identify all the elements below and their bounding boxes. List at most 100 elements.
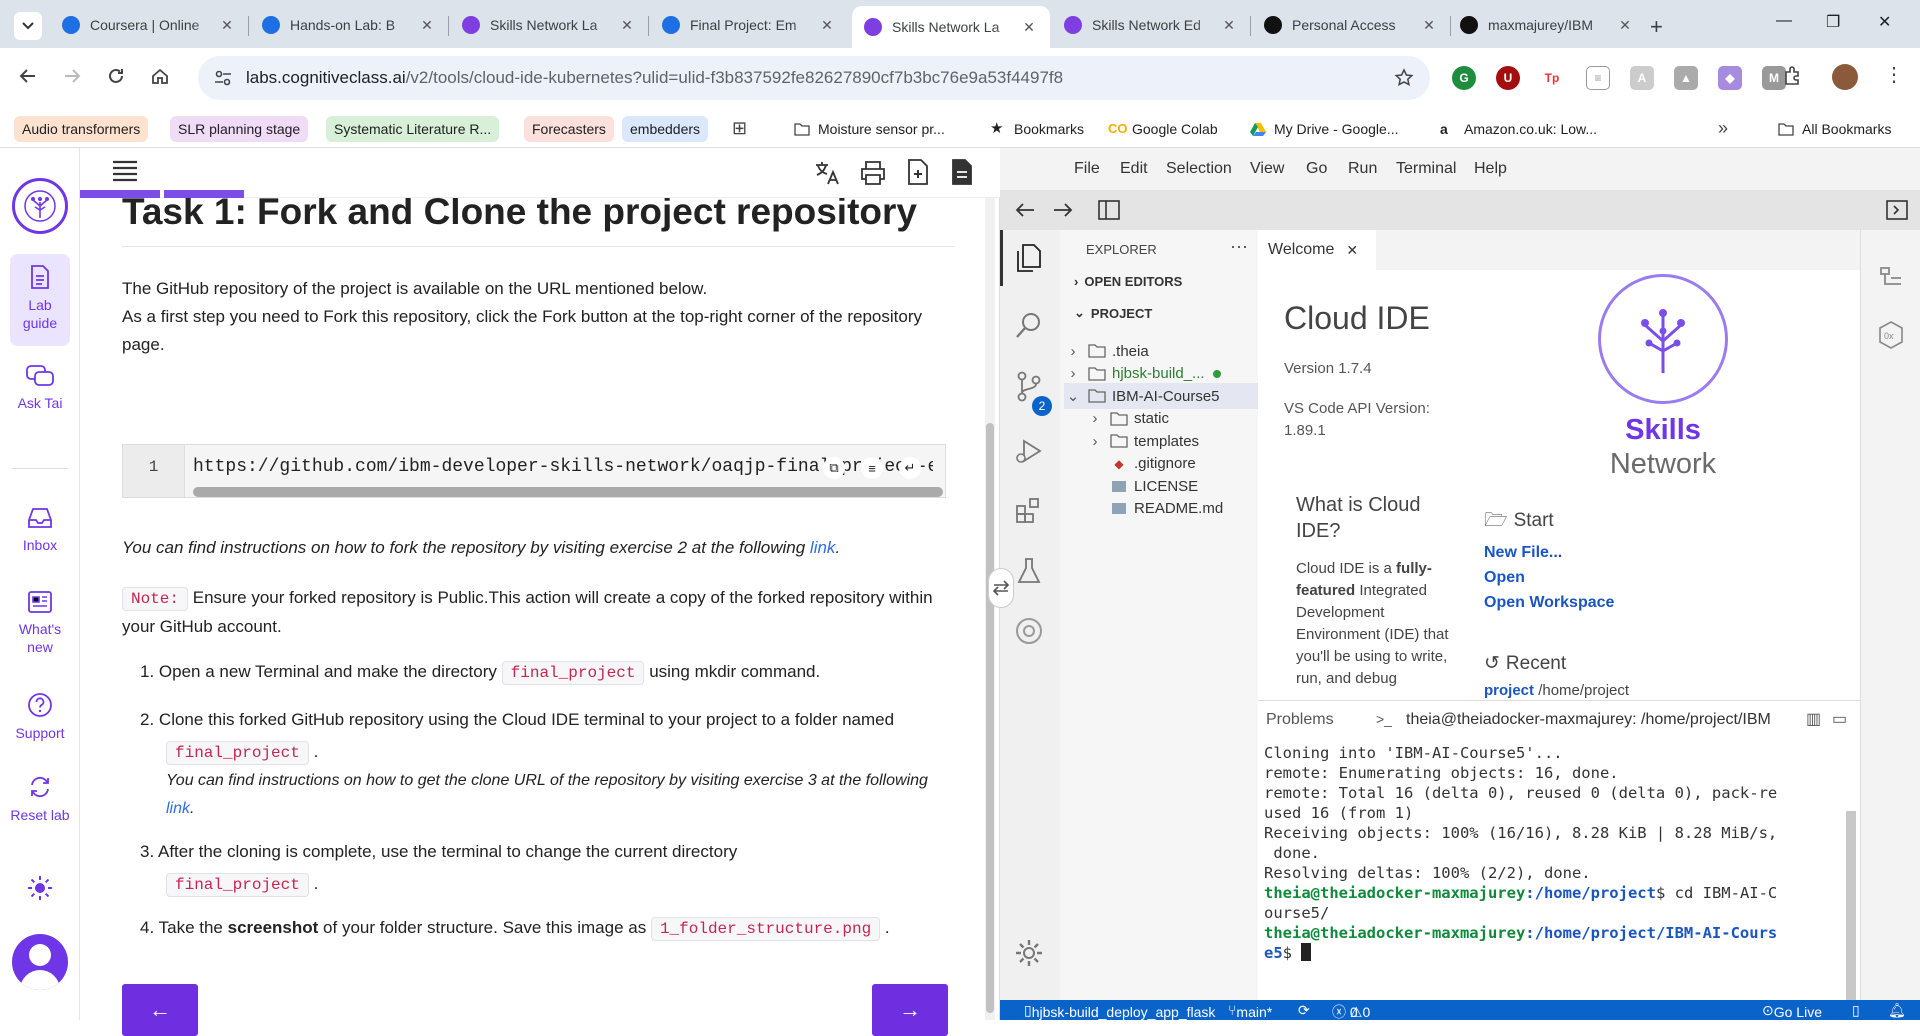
sidebar-item-inbox[interactable]: Inbox	[10, 506, 70, 554]
sidebar-item-support[interactable]: Support	[10, 692, 70, 742]
extension-icon[interactable]: ◆	[1718, 66, 1742, 90]
settings-gear-icon[interactable]	[1014, 938, 1044, 968]
hex-editor-icon[interactable]: 0x	[1877, 320, 1905, 350]
run-debug-icon[interactable]	[1014, 436, 1044, 466]
next-page-button[interactable]: →	[872, 984, 948, 1036]
close-tab-icon[interactable]: ✕	[1616, 17, 1634, 34]
close-tab-icon[interactable]: ✕	[1220, 17, 1238, 34]
apps-grid-icon[interactable]: ⊞	[732, 118, 747, 139]
inline-code[interactable]: final_project	[166, 873, 309, 897]
previous-page-button[interactable]: ←	[122, 984, 198, 1036]
document-add-icon[interactable]	[906, 158, 930, 186]
recent-item-name[interactable]: project	[1484, 682, 1534, 699]
restore-icon[interactable]: ❐	[1826, 12, 1840, 32]
tp-extension-icon[interactable]: Tp	[1540, 66, 1564, 90]
tab-search-chevron-icon[interactable]	[14, 12, 42, 40]
explorer-icon[interactable]	[1014, 242, 1044, 274]
open-workspace-link[interactable]: Open Workspace	[1484, 590, 1614, 615]
close-window-icon[interactable]: ✕	[1878, 12, 1891, 32]
more-bookmarks-icon[interactable]: »	[1718, 118, 1728, 139]
bookmark-item[interactable]: a Amazon.co.uk: Low...	[1432, 116, 1605, 142]
menu-edit[interactable]: Edit	[1120, 160, 1148, 178]
home-icon[interactable]	[150, 66, 170, 86]
inline-code[interactable]: final_project	[166, 741, 309, 765]
tab-welcome[interactable]: Welcome ✕	[1258, 230, 1376, 270]
status-problems[interactable]: ⓧ 0 ⚠ 0	[1332, 1002, 1370, 1022]
extension-icon[interactable]: ▲	[1674, 66, 1698, 90]
browser-tab[interactable]: maxmajurey/IBM ✕	[1448, 6, 1646, 44]
extensions-icon[interactable]	[1014, 496, 1044, 526]
browser-tab[interactable]: Skills Network La ✕	[852, 6, 1050, 48]
menu-terminal[interactable]: Terminal	[1396, 160, 1456, 178]
browser-tab[interactable]: Personal Access ✕	[1252, 6, 1450, 44]
theme-toggle-icon[interactable]	[26, 874, 54, 902]
bookmark-item[interactable]: My Drive - Google...	[1242, 116, 1406, 142]
grammarly-icon[interactable]: G	[1452, 66, 1476, 90]
browser-tab[interactable]: Hands-on Lab: B ✕	[250, 6, 448, 44]
bookmark-item[interactable]: SLR planning stage	[170, 116, 309, 142]
copy-icon[interactable]: ⧉	[823, 457, 845, 479]
new-tab-button[interactable]: +	[1650, 14, 1663, 40]
search-icon[interactable]	[1014, 310, 1044, 340]
split-terminal-icon[interactable]: ▥	[1806, 709, 1821, 729]
guide-scrollbar[interactable]	[985, 198, 995, 1020]
user-avatar[interactable]	[12, 934, 68, 990]
menu-selection[interactable]: Selection	[1166, 160, 1232, 178]
profile-avatar[interactable]	[1832, 64, 1858, 90]
sidebar-item-reset-lab[interactable]: Reset lab	[10, 774, 70, 824]
terminal-output[interactable]: Cloning into 'IBM-AI-Course5'... remote: …	[1264, 743, 1844, 963]
browser-tab[interactable]: Skills Network Ed ✕	[1052, 6, 1250, 44]
exercise-2-link[interactable]: link	[810, 538, 836, 557]
menu-go[interactable]: Go	[1306, 160, 1327, 178]
browser-menu-icon[interactable]: ⋮	[1884, 62, 1904, 87]
print-icon[interactable]	[860, 160, 886, 186]
maximize-panel-icon[interactable]: ▭	[1832, 709, 1847, 729]
menu-file[interactable]: File	[1074, 160, 1100, 178]
browser-tab[interactable]: Coursera | Online ✕	[50, 6, 248, 44]
terminal-run-icon[interactable]: ↵	[899, 457, 921, 479]
bookmark-star-icon[interactable]	[1394, 68, 1414, 88]
browser-tab[interactable]: Final Project: Em ✕	[650, 6, 848, 44]
layout-icon[interactable]: ▯	[1852, 1002, 1860, 1019]
forward-icon[interactable]	[62, 66, 82, 86]
reload-icon[interactable]	[106, 66, 126, 86]
close-tab-icon[interactable]: ✕	[1020, 19, 1038, 36]
translate-icon[interactable]	[814, 160, 840, 186]
skills-network-icon[interactable]	[1014, 616, 1044, 646]
more-actions-icon[interactable]: ···	[1230, 236, 1248, 257]
inline-code[interactable]: 1_folder_structure.png	[650, 917, 881, 941]
document-extension-icon[interactable]: ≡	[1586, 66, 1610, 90]
testing-flask-icon[interactable]	[1014, 556, 1044, 586]
skills-network-logo[interactable]	[12, 178, 68, 234]
open-link[interactable]: Open	[1484, 565, 1614, 590]
toggle-sidebar-icon[interactable]	[1098, 200, 1120, 220]
sync-icon[interactable]: ⟳	[1298, 1002, 1310, 1019]
menu-view[interactable]: View	[1250, 160, 1284, 178]
minimize-icon[interactable]: —	[1776, 12, 1792, 30]
address-bar[interactable]: labs.cognitiveclass.ai/v2/tools/cloud-id…	[198, 56, 1430, 100]
all-bookmarks[interactable]: All Bookmarks	[1770, 116, 1899, 142]
inline-code[interactable]: final_project	[501, 661, 645, 685]
recent-item[interactable]: project /home/project	[1484, 682, 1629, 699]
status-branch[interactable]: ⑂ main*	[1228, 1002, 1272, 1020]
bookmark-item[interactable]: Audio transformers	[14, 116, 149, 142]
document-icon[interactable]	[950, 158, 974, 186]
back-icon[interactable]	[1014, 201, 1036, 219]
outline-icon[interactable]	[1877, 264, 1905, 292]
terminal-scrollbar[interactable]	[1846, 811, 1856, 1001]
close-tab-icon[interactable]: ✕	[818, 17, 836, 34]
scroll-thumb[interactable]	[986, 423, 994, 1013]
bookmark-item[interactable]: Moisture sensor pr...	[786, 116, 953, 142]
bookmark-item[interactable]: Forecasters	[524, 116, 614, 142]
extension-icon[interactable]: A	[1630, 66, 1654, 90]
bookmark-item[interactable]: embedders	[622, 116, 709, 142]
site-info-icon[interactable]	[214, 69, 232, 87]
bookmark-item[interactable]: CO Google Colab	[1100, 116, 1226, 142]
toggle-right-panel-icon[interactable]	[1886, 200, 1908, 220]
close-tab-icon[interactable]: ✕	[418, 17, 436, 34]
go-live-button[interactable]: ⊙ Go Live	[1762, 1002, 1822, 1020]
tab-problems[interactable]: Problems	[1266, 711, 1334, 729]
menu-icon[interactable]	[112, 160, 138, 182]
forward-icon[interactable]	[1052, 201, 1074, 219]
wrap-lines-icon[interactable]: ≡	[861, 457, 883, 479]
